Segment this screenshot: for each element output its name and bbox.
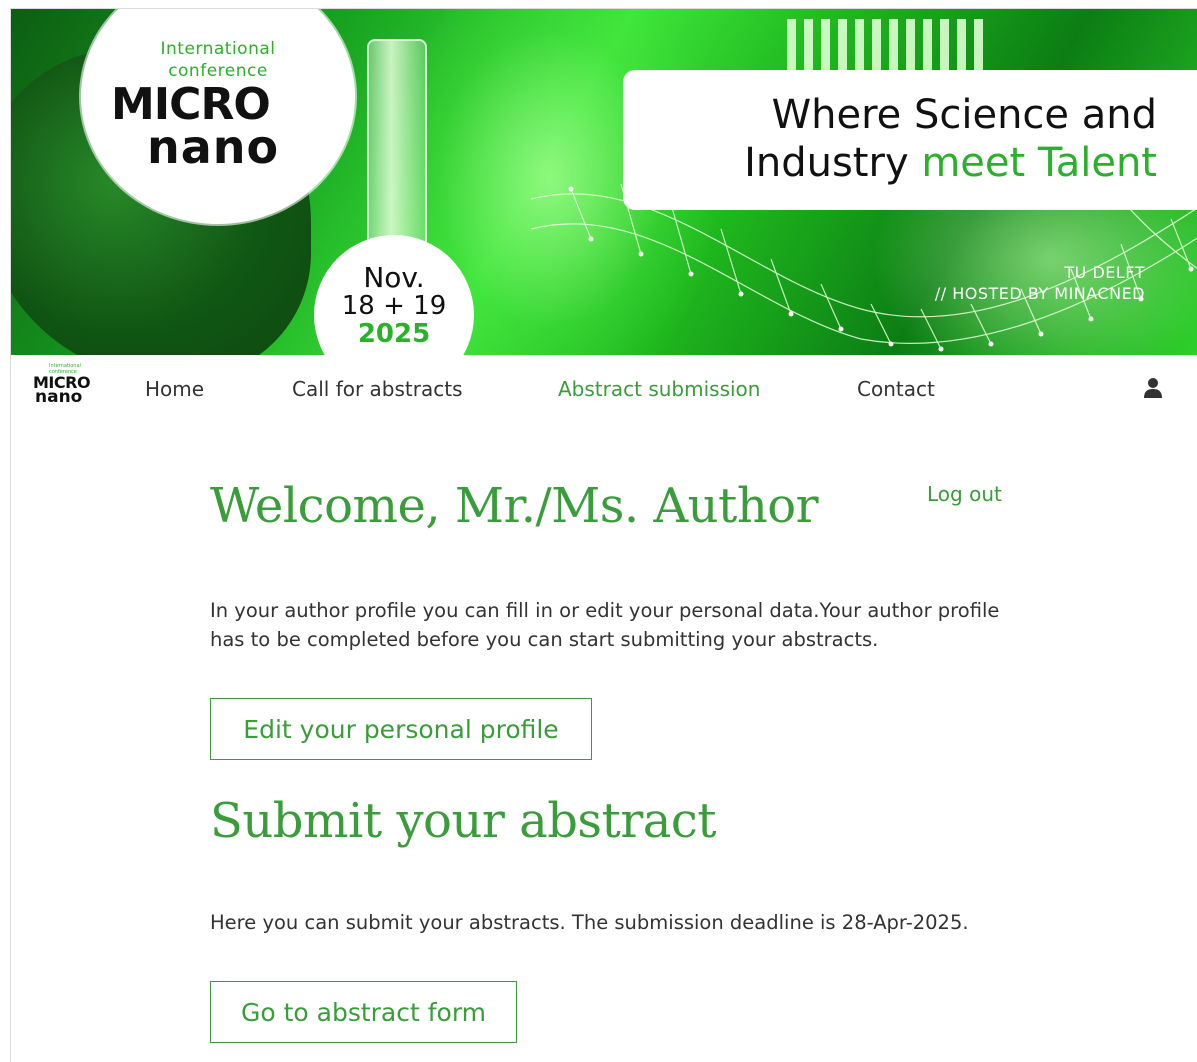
submit-abstract-heading: Submit your abstract	[210, 793, 717, 849]
nav-logo[interactable]: International conference MICRO nano	[23, 363, 93, 409]
logo-conference-text: conference	[168, 61, 268, 81]
logo-international-text: International	[160, 39, 276, 59]
logout-link[interactable]: Log out	[927, 482, 1002, 506]
date-month: Nov.	[363, 261, 425, 294]
nav-item-abstract-submission[interactable]: Abstract submission	[558, 377, 760, 401]
nav-item-home[interactable]: Home	[145, 377, 204, 401]
header-banner: International conference MICRO nano Nov.…	[11, 9, 1197, 355]
nav-logo-nano: nano	[35, 387, 83, 407]
tagline-line1: Where Science and	[771, 92, 1157, 138]
host-organizer: // HOSTED BY MINACNED	[934, 284, 1145, 303]
submission-description: Here you can submit your abstracts. The …	[210, 911, 969, 934]
welcome-heading: Welcome, Mr./Ms. Author	[210, 478, 819, 534]
tagline-line2-plain: Industry	[744, 140, 922, 186]
nav-item-contact[interactable]: Contact	[857, 377, 935, 401]
tagline-box: Where Science and Industry meet Talent	[623, 70, 1197, 210]
profile-description: In your author profile you can fill in o…	[210, 599, 1000, 651]
date-days: 18 + 19	[341, 291, 447, 321]
edit-profile-button[interactable]: Edit your personal profile	[210, 698, 592, 760]
tagline-line2: Industry meet Talent	[744, 140, 1157, 186]
nav-item-call-for-abstracts[interactable]: Call for abstracts	[292, 377, 463, 401]
abstract-form-button[interactable]: Go to abstract form	[210, 981, 517, 1043]
user-icon[interactable]	[1143, 377, 1163, 399]
host-university: TU DELFT	[1064, 263, 1145, 282]
tagline-line2-accent: meet Talent	[921, 140, 1157, 186]
main-nav: International conference MICRO nano Home…	[11, 355, 1197, 423]
date-year: 2025	[357, 319, 431, 349]
logo-nano-text: nano	[147, 120, 280, 174]
